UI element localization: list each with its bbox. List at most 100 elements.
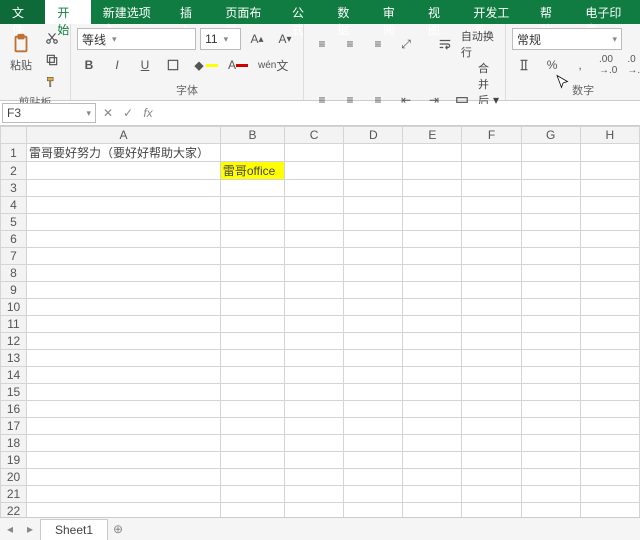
col-header-E[interactable]: E xyxy=(403,127,462,144)
cell-F11[interactable] xyxy=(462,316,521,333)
select-all[interactable] xyxy=(1,127,27,144)
cell-A4[interactable] xyxy=(27,197,221,214)
tab-review[interactable]: 审阅 xyxy=(371,0,416,24)
cell-G3[interactable] xyxy=(521,180,580,197)
row-header-5[interactable]: 5 xyxy=(1,214,27,231)
row-header-15[interactable]: 15 xyxy=(1,384,27,401)
cell-F22[interactable] xyxy=(462,503,521,519)
cell-F5[interactable] xyxy=(462,214,521,231)
cell-F18[interactable] xyxy=(462,435,521,452)
cell-A2[interactable] xyxy=(27,162,221,180)
cell-D8[interactable] xyxy=(344,265,403,282)
name-box[interactable]: F3▾ xyxy=(2,103,96,123)
cell-D17[interactable] xyxy=(344,418,403,435)
cell-F8[interactable] xyxy=(462,265,521,282)
row-header-14[interactable]: 14 xyxy=(1,367,27,384)
bold-button[interactable]: B xyxy=(77,55,101,75)
col-header-D[interactable]: D xyxy=(344,127,403,144)
phonetic-button[interactable]: wén文 xyxy=(255,55,291,75)
align-top-button[interactable]: ≡ xyxy=(310,34,334,54)
cell-D4[interactable] xyxy=(344,197,403,214)
tab-insert[interactable]: 插入 xyxy=(168,0,213,24)
cell-H6[interactable] xyxy=(580,231,639,248)
cell-F1[interactable] xyxy=(462,144,521,162)
row-header-13[interactable]: 13 xyxy=(1,350,27,367)
cell-H7[interactable] xyxy=(580,248,639,265)
cell-C17[interactable] xyxy=(285,418,344,435)
cell-C7[interactable] xyxy=(285,248,344,265)
cell-C4[interactable] xyxy=(285,197,344,214)
cell-H3[interactable] xyxy=(580,180,639,197)
cell-E18[interactable] xyxy=(403,435,462,452)
cell-H12[interactable] xyxy=(580,333,639,350)
cell-G17[interactable] xyxy=(521,418,580,435)
cell-A13[interactable] xyxy=(27,350,221,367)
percent-button[interactable]: % xyxy=(540,55,564,75)
cell-G5[interactable] xyxy=(521,214,580,231)
cell-B18[interactable] xyxy=(220,435,284,452)
cell-H18[interactable] xyxy=(580,435,639,452)
cell-E8[interactable] xyxy=(403,265,462,282)
cell-C13[interactable] xyxy=(285,350,344,367)
cell-D5[interactable] xyxy=(344,214,403,231)
cell-B8[interactable] xyxy=(220,265,284,282)
cell-F12[interactable] xyxy=(462,333,521,350)
cell-B16[interactable] xyxy=(220,401,284,418)
cell-F9[interactable] xyxy=(462,282,521,299)
cell-A8[interactable] xyxy=(27,265,221,282)
cell-H20[interactable] xyxy=(580,469,639,486)
cell-A3[interactable] xyxy=(27,180,221,197)
cell-B15[interactable] xyxy=(220,384,284,401)
cell-E16[interactable] xyxy=(403,401,462,418)
cell-B7[interactable] xyxy=(220,248,284,265)
cell-C11[interactable] xyxy=(285,316,344,333)
cell-D11[interactable] xyxy=(344,316,403,333)
cell-A6[interactable] xyxy=(27,231,221,248)
cell-E6[interactable] xyxy=(403,231,462,248)
cell-D14[interactable] xyxy=(344,367,403,384)
cell-E15[interactable] xyxy=(403,384,462,401)
row-header-20[interactable]: 20 xyxy=(1,469,27,486)
currency-button[interactable] xyxy=(512,55,536,75)
decrease-font-button[interactable]: A▾ xyxy=(273,29,297,49)
cell-B21[interactable] xyxy=(220,486,284,503)
cell-E14[interactable] xyxy=(403,367,462,384)
row-header-9[interactable]: 9 xyxy=(1,282,27,299)
cell-E21[interactable] xyxy=(403,486,462,503)
italic-button[interactable]: I xyxy=(105,55,129,75)
cell-G4[interactable] xyxy=(521,197,580,214)
font-size-select[interactable]: 11▾ xyxy=(200,28,241,50)
cell-A1[interactable]: 雷哥要好努力（要好好帮助大家） xyxy=(27,144,221,162)
cell-H17[interactable] xyxy=(580,418,639,435)
cell-G11[interactable] xyxy=(521,316,580,333)
number-format-select[interactable]: 常规▾ xyxy=(512,28,622,50)
add-sheet-button[interactable]: ⊕ xyxy=(108,522,128,536)
cell-B2[interactable]: 雷哥office xyxy=(220,162,284,180)
row-header-11[interactable]: 11 xyxy=(1,316,27,333)
cell-C22[interactable] xyxy=(285,503,344,519)
cell-H4[interactable] xyxy=(580,197,639,214)
orientation-button[interactable]: ⤢ xyxy=(394,34,418,54)
cell-G13[interactable] xyxy=(521,350,580,367)
sheet-tab[interactable]: Sheet1 xyxy=(40,519,108,540)
cell-F3[interactable] xyxy=(462,180,521,197)
cell-E2[interactable] xyxy=(403,162,462,180)
cell-G2[interactable] xyxy=(521,162,580,180)
cell-D9[interactable] xyxy=(344,282,403,299)
cell-F4[interactable] xyxy=(462,197,521,214)
cell-G22[interactable] xyxy=(521,503,580,519)
cell-G8[interactable] xyxy=(521,265,580,282)
cell-D2[interactable] xyxy=(344,162,403,180)
cell-C2[interactable] xyxy=(285,162,344,180)
col-header-F[interactable]: F xyxy=(462,127,521,144)
cell-B10[interactable] xyxy=(220,299,284,316)
cell-E11[interactable] xyxy=(403,316,462,333)
cell-E22[interactable] xyxy=(403,503,462,519)
cell-H2[interactable] xyxy=(580,162,639,180)
cell-E3[interactable] xyxy=(403,180,462,197)
row-header-12[interactable]: 12 xyxy=(1,333,27,350)
cell-D6[interactable] xyxy=(344,231,403,248)
cell-H19[interactable] xyxy=(580,452,639,469)
cell-E12[interactable] xyxy=(403,333,462,350)
cell-D3[interactable] xyxy=(344,180,403,197)
